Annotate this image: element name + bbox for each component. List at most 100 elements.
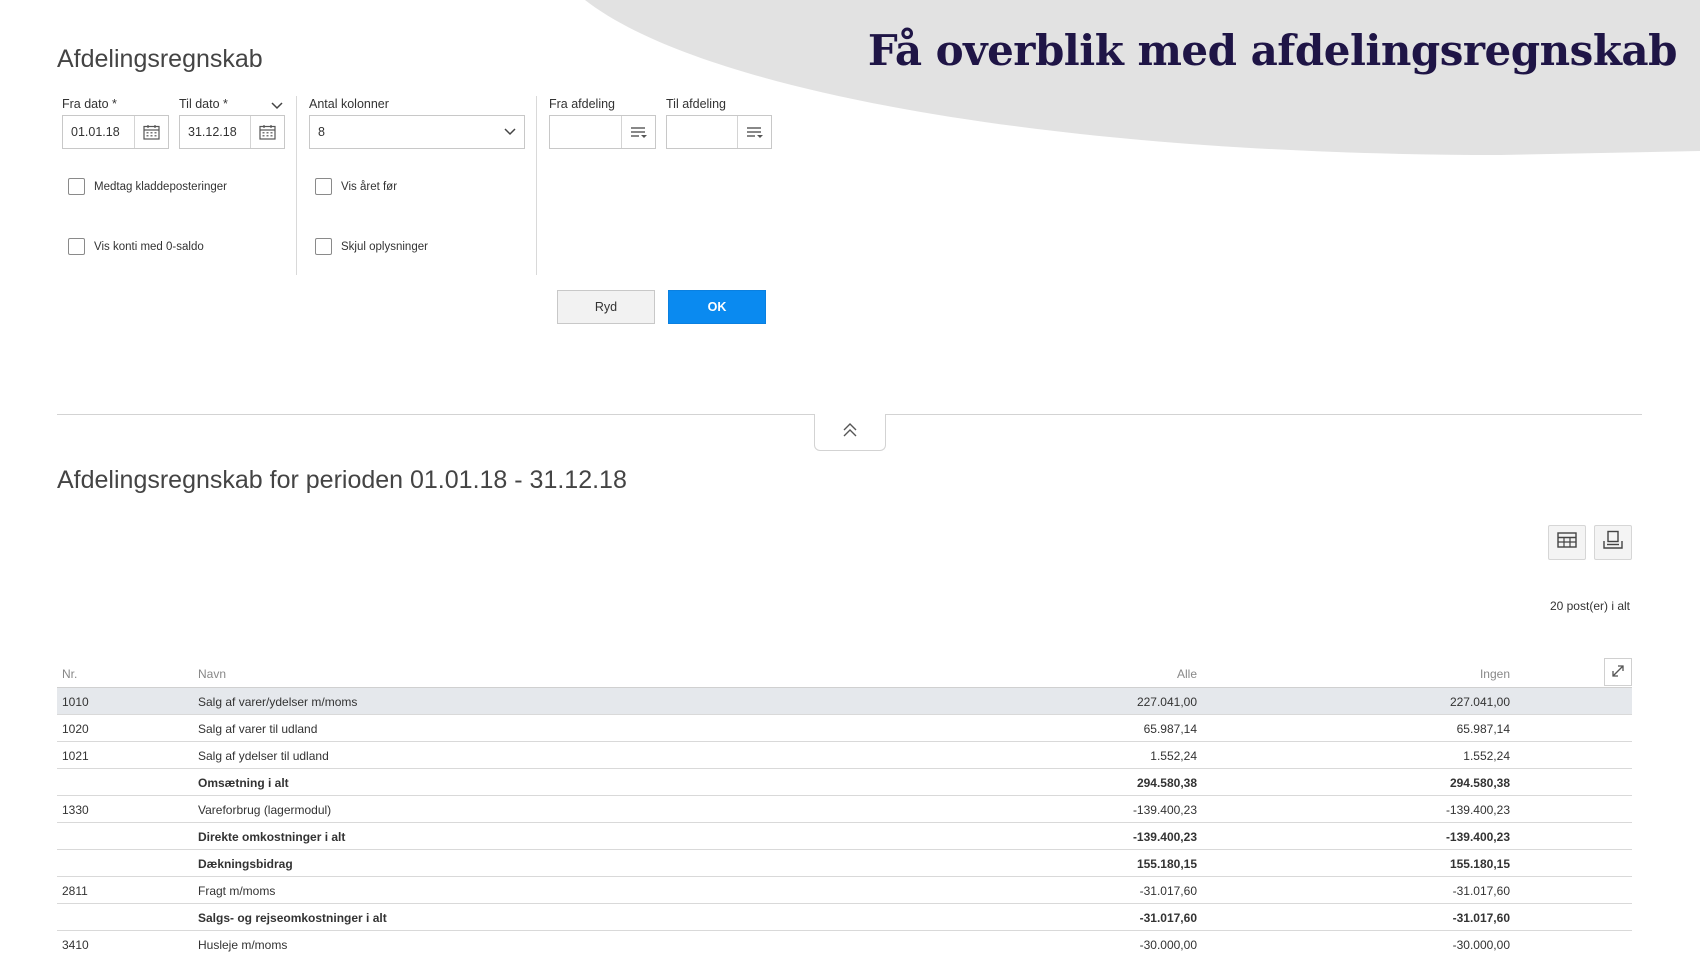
row-ingen: 65.987,14 [1456, 722, 1510, 736]
filter-divider [536, 96, 537, 275]
row-ingen: 1.552,24 [1463, 749, 1510, 763]
expand-table-button[interactable] [1604, 658, 1632, 686]
row-nr: 1021 [62, 749, 89, 763]
chevron-down-icon[interactable] [270, 98, 284, 116]
fra-afdeling-field[interactable] [549, 115, 656, 149]
row-ingen: -31.017,60 [1452, 884, 1510, 898]
til-dato-label: Til dato * [179, 97, 228, 111]
table-row[interactable]: 1010 Salg af varer/ydelser m/moms 227.04… [57, 688, 1632, 715]
row-nr: 3410 [62, 938, 89, 952]
expand-icon[interactable] [1611, 664, 1625, 681]
fra-afdeling-value[interactable] [550, 116, 621, 148]
calendar-icon[interactable] [250, 116, 284, 148]
row-alle: -31.017,60 [1139, 884, 1197, 898]
row-navn: Dækningsbidrag [198, 857, 293, 871]
vis-konti-0-saldo-label: Vis konti med 0-saldo [94, 240, 204, 253]
record-count: 20 post(er) i alt [1549, 599, 1630, 613]
row-nr: 1330 [62, 803, 89, 817]
row-ingen: -31.017,60 [1452, 911, 1510, 925]
vis-aaret-foer-option[interactable]: Vis året før [315, 178, 397, 195]
filter-divider [296, 96, 297, 275]
print-icon[interactable] [1603, 530, 1623, 555]
table-row-subtotal[interactable]: Dækningsbidrag 155.180,15 155.180,15 [57, 850, 1632, 877]
table-row[interactable]: 1021 Salg af ydelser til udland 1.552,24… [57, 742, 1632, 769]
row-navn: Omsætning i alt [198, 776, 289, 790]
fra-dato-value[interactable]: 01.01.18 [63, 116, 134, 148]
row-navn: Fragt m/moms [198, 884, 276, 898]
table-row[interactable]: 1330 Vareforbrug (lagermodul) -139.400,2… [57, 796, 1632, 823]
column-header-ingen[interactable]: Ingen [1480, 667, 1510, 681]
table-row[interactable]: 1020 Salg af varer til udland 65.987,14 … [57, 715, 1632, 742]
vis-konti-0-saldo-option[interactable]: Vis konti med 0-saldo [68, 238, 204, 255]
table-row[interactable]: 2811 Fragt m/moms -31.017,60 -31.017,60 [57, 877, 1632, 904]
antal-kolonner-label: Antal kolonner [309, 97, 389, 111]
til-dato-value[interactable]: 31.12.18 [180, 116, 250, 148]
til-afdeling-field[interactable] [666, 115, 772, 149]
row-navn: Husleje m/moms [198, 938, 288, 952]
row-alle: 227.041,00 [1136, 695, 1197, 709]
table-header: Nr. Navn Alle Ingen [57, 658, 1632, 688]
medtag-kladdeposteringer-checkbox[interactable] [68, 178, 85, 195]
fra-dato-field[interactable]: 01.01.18 [62, 115, 169, 149]
ok-button[interactable]: OK [668, 290, 766, 324]
row-nr: 2811 [62, 884, 88, 898]
til-dato-field[interactable]: 31.12.18 [179, 115, 285, 149]
row-ingen: -139.400,23 [1445, 830, 1510, 844]
column-header-alle[interactable]: Alle [1177, 667, 1197, 681]
calendar-icon[interactable] [134, 116, 168, 148]
column-header-nr[interactable]: Nr. [62, 667, 77, 681]
medtag-kladdeposteringer-label: Medtag kladdeposteringer [94, 180, 227, 193]
chevron-double-up-icon[interactable] [842, 422, 858, 443]
skjul-oplysninger-checkbox[interactable] [315, 238, 332, 255]
column-header-navn[interactable]: Navn [198, 667, 226, 681]
collapse-filters-button[interactable] [814, 413, 886, 451]
row-ingen: -139.400,23 [1445, 803, 1510, 817]
vis-konti-0-saldo-checkbox[interactable] [68, 238, 85, 255]
banner-title: Få overblik med afdelingsregnskab [867, 26, 1678, 75]
page-title: Afdelingsregnskab [57, 45, 263, 73]
til-afdeling-label: Til afdeling [666, 97, 726, 111]
vis-aaret-foer-label: Vis året før [341, 180, 398, 193]
row-alle: 65.987,14 [1143, 722, 1197, 736]
ryd-button[interactable]: Ryd [557, 290, 655, 324]
table-row-subtotal[interactable]: Direkte omkostninger i alt -139.400,23 -… [57, 823, 1632, 850]
row-navn: Salg af varer/ydelser m/moms [198, 695, 358, 709]
fra-dato-label: Fra dato * [62, 97, 117, 111]
til-afdeling-value[interactable] [667, 116, 737, 148]
row-navn: Salg af ydelser til udland [198, 749, 329, 763]
vis-aaret-foer-checkbox[interactable] [315, 178, 332, 195]
row-navn: Vareforbrug (lagermodul) [198, 803, 332, 817]
print-button[interactable] [1594, 525, 1632, 560]
row-alle: 1.552,24 [1150, 749, 1197, 763]
lookup-list-icon[interactable] [737, 116, 771, 148]
row-navn: Direkte omkostninger i alt [198, 830, 346, 844]
medtag-kladdeposteringer-option[interactable]: Medtag kladdeposteringer [68, 178, 227, 195]
table-row-subtotal[interactable]: Salgs- og rejseomkostninger i alt -31.01… [57, 904, 1632, 931]
row-ingen: 227.041,00 [1449, 695, 1510, 709]
row-alle: -139.400,23 [1132, 803, 1197, 817]
chevron-down-icon[interactable] [496, 116, 524, 148]
skjul-oplysninger-option[interactable]: Skjul oplysninger [315, 238, 428, 255]
row-ingen: 155.180,15 [1449, 857, 1510, 871]
table-view-button[interactable] [1548, 525, 1586, 560]
skjul-oplysninger-label: Skjul oplysninger [341, 240, 428, 253]
row-navn: Salg af varer til udland [198, 722, 318, 736]
row-alle: -139.400,23 [1132, 830, 1197, 844]
antal-kolonner-select[interactable]: 8 [309, 115, 525, 149]
fra-afdeling-label: Fra afdeling [549, 97, 616, 111]
row-nr: 1010 [62, 695, 89, 709]
row-navn: Salgs- og rejseomkostninger i alt [198, 911, 387, 925]
row-alle: 155.180,15 [1136, 857, 1197, 871]
row-nr: 1020 [62, 722, 89, 736]
report-title: Afdelingsregnskab for perioden 01.01.18 … [57, 466, 627, 494]
row-ingen: -30.000,00 [1452, 938, 1510, 952]
table-icon[interactable] [1557, 532, 1577, 553]
row-alle: -30.000,00 [1139, 938, 1197, 952]
lookup-list-icon[interactable] [621, 116, 655, 148]
report-table: Nr. Navn Alle Ingen 1010 Salg af varer/y… [57, 658, 1632, 956]
collapse-tab-cover [815, 413, 885, 416]
row-ingen: 294.580,38 [1449, 776, 1510, 790]
table-row[interactable]: 3410 Husleje m/moms -30.000,00 -30.000,0… [57, 931, 1632, 956]
antal-kolonner-value[interactable]: 8 [310, 116, 496, 148]
table-row-subtotal[interactable]: Omsætning i alt 294.580,38 294.580,38 [57, 769, 1632, 796]
